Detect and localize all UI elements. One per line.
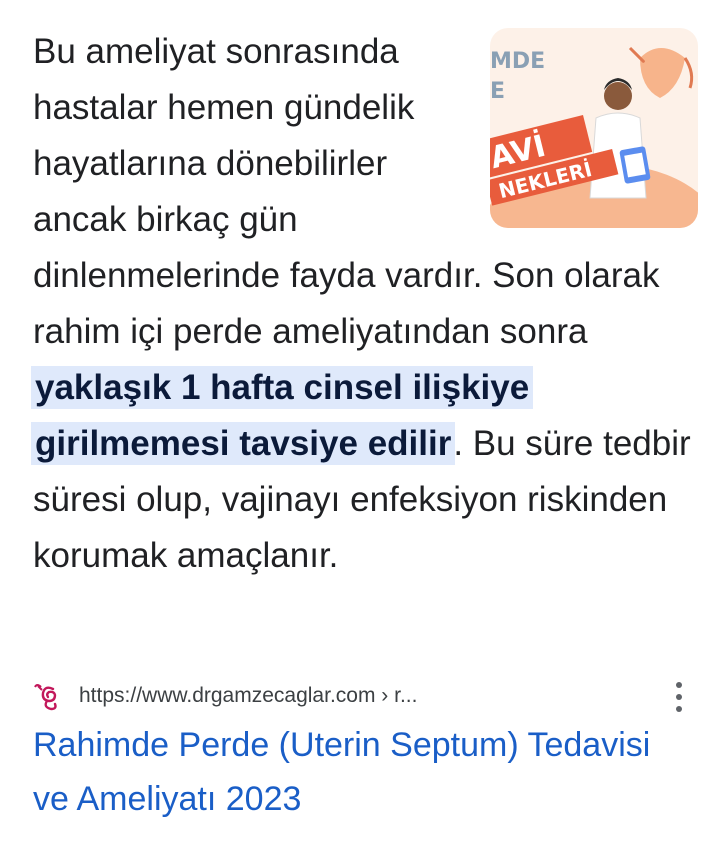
- thumb-text-2: E: [490, 79, 505, 104]
- result-url[interactable]: https://www.drgamzecaglar.com › r...: [79, 684, 417, 708]
- featured-snippet-text: MDE E AVİ NEKLERİ Bu ameliyat sonrasında…: [31, 24, 698, 584]
- ovary-swirl-icon: [34, 684, 57, 711]
- snippet-thumbnail[interactable]: MDE E AVİ NEKLERİ: [490, 28, 698, 228]
- result-source[interactable]: https://www.drgamzecaglar.com › r...: [33, 672, 693, 720]
- doctor-illustration-icon: MDE E AVİ NEKLERİ: [490, 28, 698, 228]
- more-vert-icon[interactable]: [671, 682, 687, 712]
- result-title-link[interactable]: Rahimde Perde (Uterin Septum) Tedavisi v…: [33, 718, 673, 826]
- thumb-text-1: MDE: [490, 49, 545, 74]
